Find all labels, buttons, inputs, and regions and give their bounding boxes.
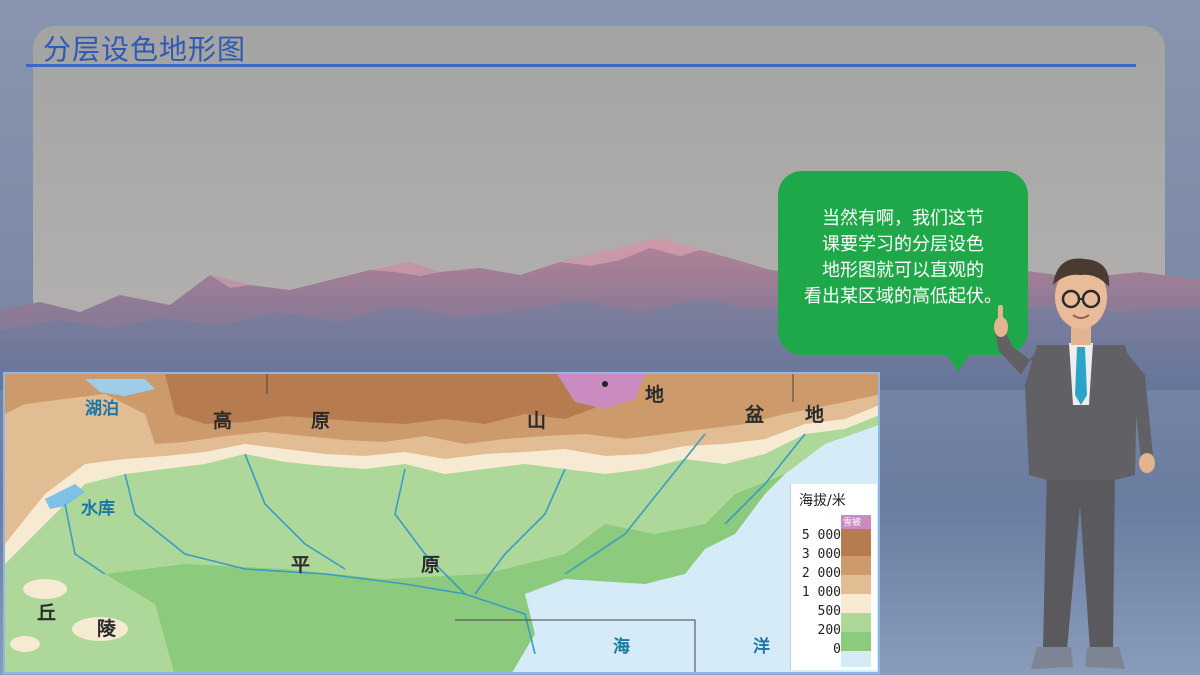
swatch-0-200 (841, 632, 871, 651)
snow-label: 雪被 (843, 518, 862, 528)
label-yuan1: 原 (311, 410, 331, 432)
title-underline (26, 64, 1136, 67)
swatch-500-1000 (841, 594, 871, 613)
slide: 分层设色地形图 湖泊 水库 高 原 山 地 盆 地 平 原 丘 陵 海 洋 海拔… (0, 0, 1200, 675)
label-di2: 地 (805, 404, 825, 426)
label-pen: 盆 (745, 404, 765, 426)
label-di1: 地 (645, 384, 665, 406)
legend-value: 2 000 (801, 566, 841, 581)
label-gao: 高 (213, 410, 233, 432)
legend-value: 200 (817, 623, 841, 638)
slide-title: 分层设色地形图 (43, 33, 247, 66)
legend-value: 500 (817, 604, 841, 619)
label-hai: 海 (613, 637, 630, 657)
legend-value: 1 000 (801, 585, 841, 600)
swatch-200-500 (841, 613, 871, 632)
label-ping: 平 (291, 554, 311, 576)
swatch-2000-3000 (841, 556, 871, 575)
label-yuan2: 原 (421, 554, 441, 576)
elevation-legend: 海拔/米 雪被 5 000 3 000 2 000 1 000 500 200 … (790, 484, 877, 670)
swatch-below-0 (841, 651, 871, 667)
legend-title: 海拔/米 (799, 493, 846, 509)
label-qiu: 丘 (37, 602, 57, 624)
legend-value: 0 (833, 642, 841, 657)
label-reservoir: 水库 (81, 499, 115, 519)
label-shan: 山 (527, 410, 547, 432)
band-3000 (165, 374, 625, 424)
relief-map: 湖泊 水库 高 原 山 地 盆 地 平 原 丘 陵 海 洋 (3, 372, 880, 674)
label-lake: 湖泊 (85, 399, 119, 419)
swatch-1000-2000 (841, 575, 871, 594)
legend-value: 3 000 (801, 547, 841, 562)
swatch-snow: 雪被 (841, 515, 871, 529)
teacher-figure (994, 258, 1155, 669)
speech-bubble-tail (944, 350, 972, 372)
speech-line: 当然有啊，我们这节 (822, 208, 984, 229)
label-ling: 陵 (97, 618, 117, 640)
legend-value: 5 000 (801, 528, 841, 543)
swatch-3000-5000 (841, 529, 871, 556)
label-yang: 洋 (753, 637, 770, 657)
